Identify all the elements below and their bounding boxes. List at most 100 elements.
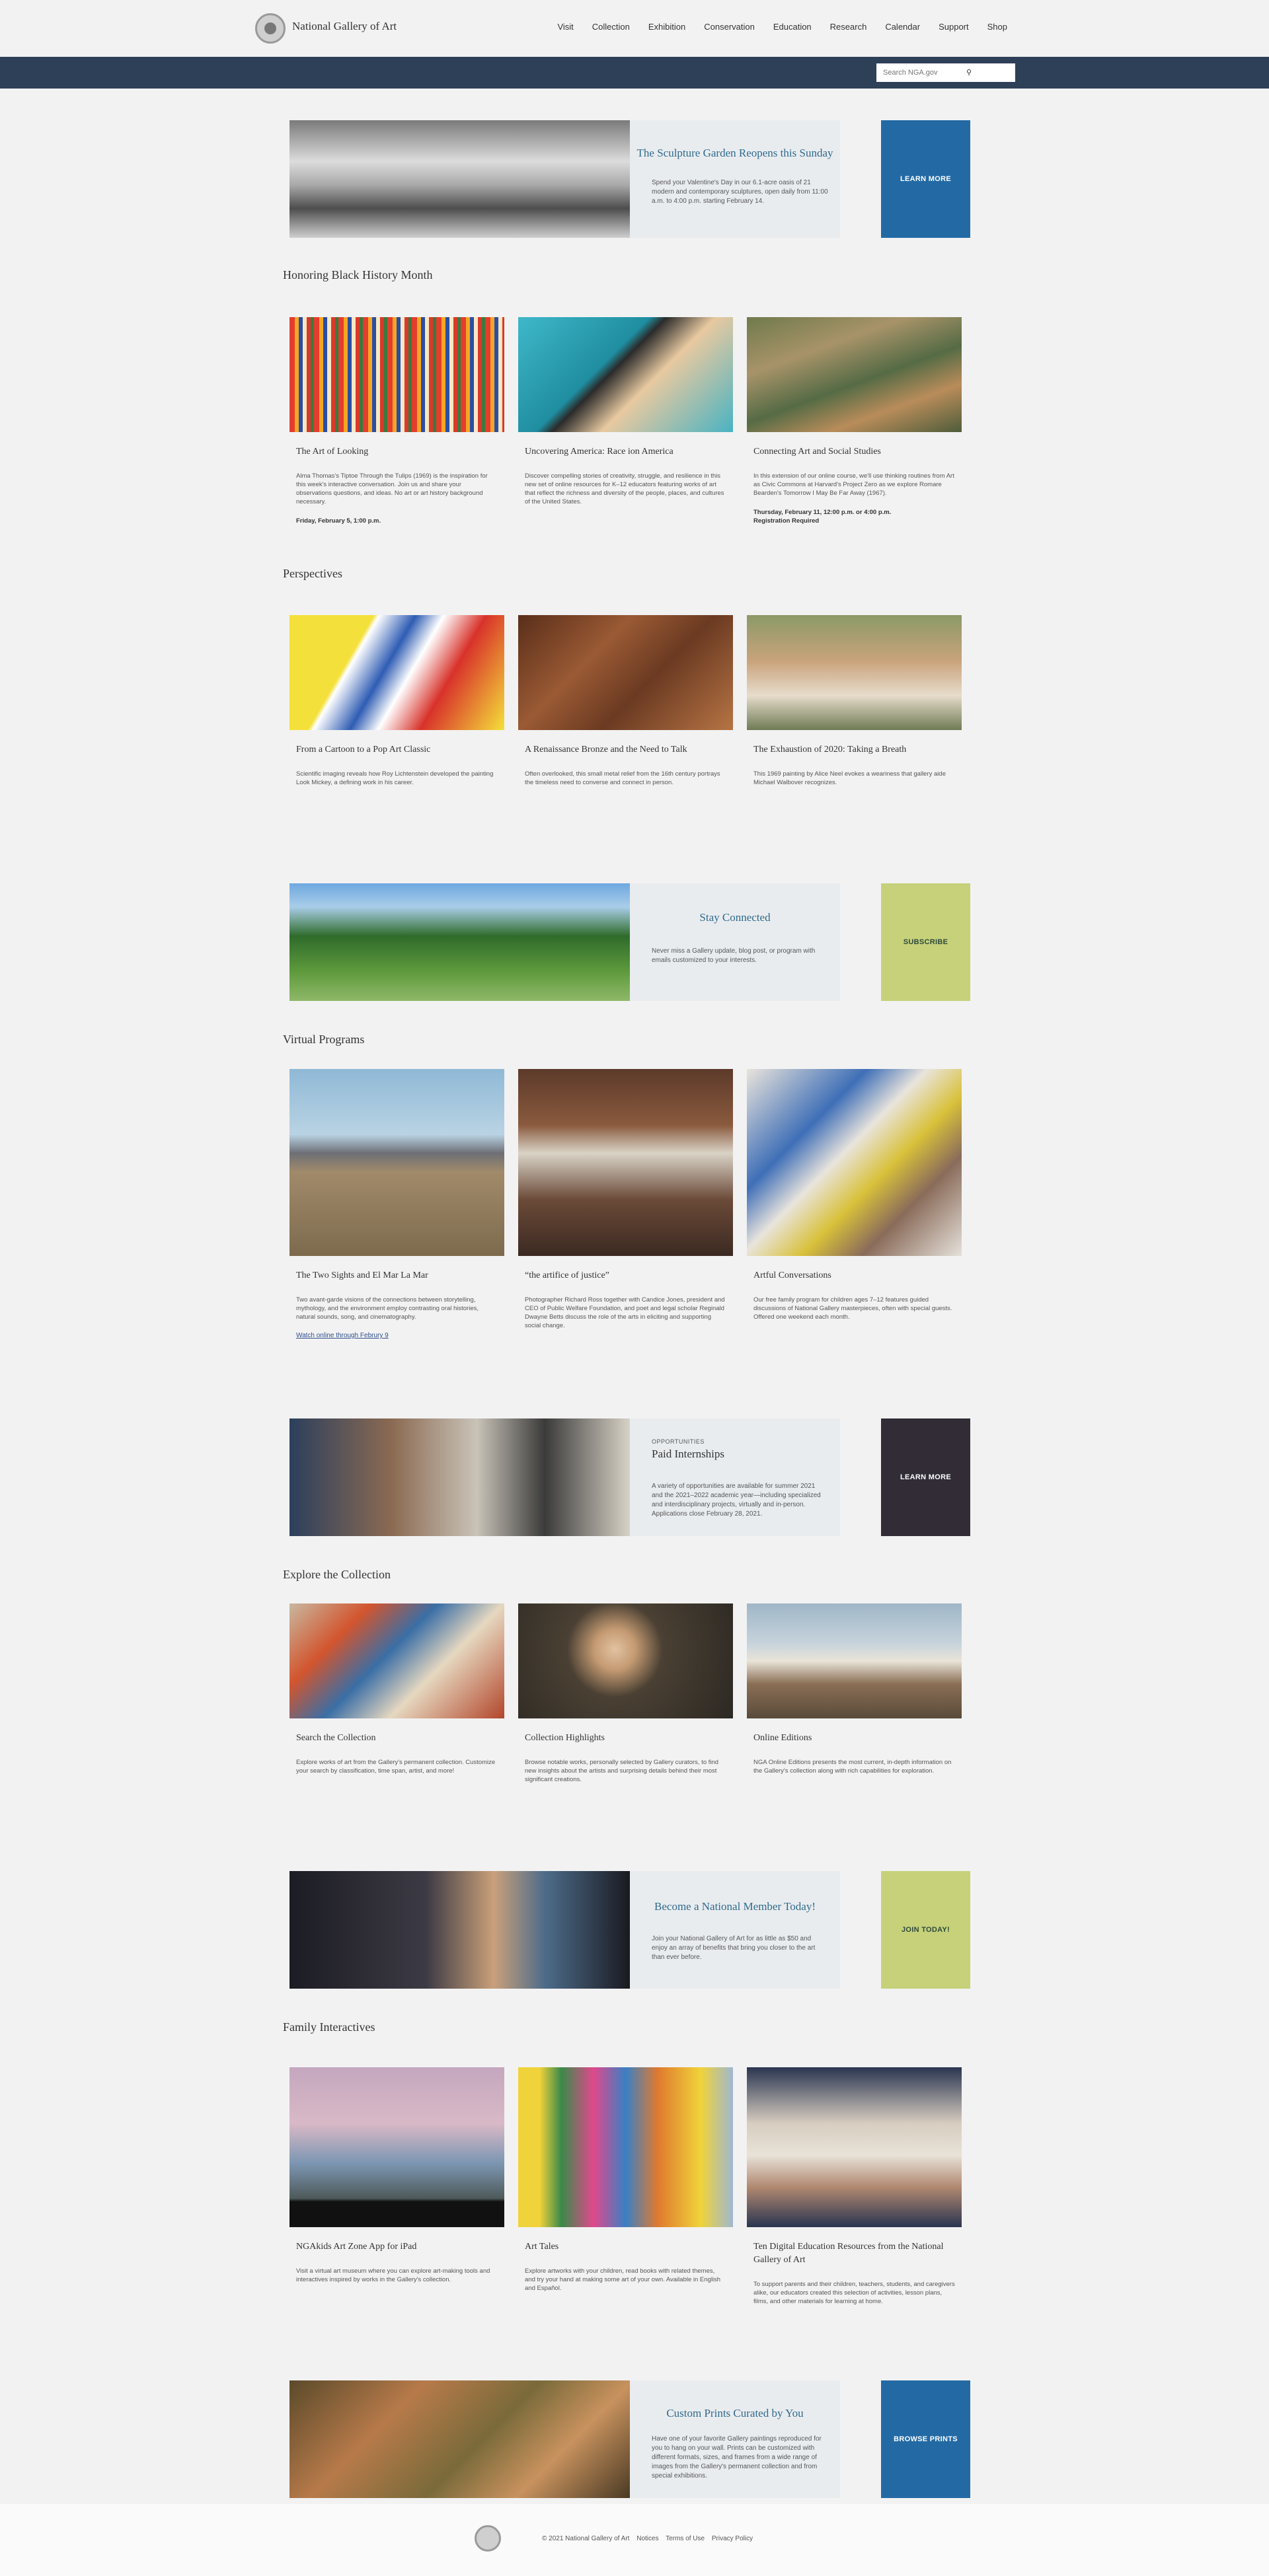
look-mickey-image xyxy=(289,615,504,730)
card-exhaustion-2020[interactable]: The Exhaustion of 2020: Taking a Breath … xyxy=(747,615,962,787)
join-today-button[interactable]: JOIN TODAY! xyxy=(881,1871,970,1989)
hands-drawing-image xyxy=(747,2067,962,2227)
internships-learn-more-button[interactable]: LEARN MORE xyxy=(881,1418,970,1536)
card-title: A Renaissance Bronze and the Need to Tal… xyxy=(525,745,687,754)
card-date: Thursday, February 11, 12:00 p.m. or 4:0… xyxy=(753,509,892,525)
nav-item-calendar[interactable]: Calendar xyxy=(885,22,920,32)
card-title: Connecting Art and Social Studies xyxy=(753,447,881,457)
site-name[interactable]: National Gallery of Art xyxy=(292,20,397,33)
sculpture-garden-snow-image xyxy=(289,120,630,238)
card-text: Explore artworks with your children, rea… xyxy=(525,2267,721,2292)
nav-item-support[interactable]: Support xyxy=(939,22,969,32)
card-text: This 1969 painting by Alice Neel evokes … xyxy=(753,770,946,786)
subscribe-button[interactable]: SUBSCRIBE xyxy=(881,883,970,1001)
nav-item-exhibition[interactable]: Exhibition xyxy=(648,22,685,32)
card-text: Scientific imaging reveals how Roy Licht… xyxy=(296,770,494,786)
card-ngakids-app[interactable]: NGAkids Art Zone App for iPad Visit a vi… xyxy=(289,2067,504,2284)
portrait-woman-ruff-image xyxy=(518,1603,733,1718)
browse-prints-button[interactable]: BROWSE PRINTS xyxy=(881,2380,970,2498)
footer-links: © 2021 National Gallery of Art Notices T… xyxy=(542,2535,758,2542)
sculpture-garden-summer-image xyxy=(289,883,630,1001)
nav-item-visit[interactable]: Visit xyxy=(557,22,573,32)
card-title: The Two Sights and El Mar La Mar xyxy=(296,1270,428,1280)
card-uncovering-america[interactable]: Uncovering America: Race ion America Dis… xyxy=(518,317,733,506)
card-renaissance-bronze[interactable]: A Renaissance Bronze and the Need to Tal… xyxy=(518,615,733,787)
internships-promo: OPPORTUNITIES Paid Internships A variety… xyxy=(289,1418,970,1536)
hero-text: Spend your Valentine's Day in our 6.1-ac… xyxy=(652,179,828,205)
card-text: Two avant-garde visions of the connectio… xyxy=(296,1296,479,1321)
site-header: National Gallery of Art Visit Collection… xyxy=(0,0,1269,57)
card-search-collection[interactable]: Search the Collection Explore works of a… xyxy=(289,1603,504,1775)
card-text: Our free family program for children age… xyxy=(753,1296,952,1321)
card-ten-digital-resources[interactable]: Ten Digital Education Resources from the… xyxy=(747,2067,962,2306)
card-title: Art Tales xyxy=(525,2242,559,2252)
card-title: From a Cartoon to a Pop Art Classic xyxy=(296,745,431,754)
card-artifice-of-justice[interactable]: “the artifice of justice” Photographer R… xyxy=(518,1069,733,1330)
tulips-painting-image xyxy=(289,317,504,432)
card-title: Online Editions xyxy=(753,1733,812,1743)
nav-item-research[interactable]: Research xyxy=(830,22,867,32)
card-cartoon-pop-art[interactable]: From a Cartoon to a Pop Art Classic Scie… xyxy=(289,615,504,787)
nav-item-shop[interactable]: Shop xyxy=(987,22,1007,32)
explore-collection-title: Explore the Collection xyxy=(283,1568,391,1581)
membership-title: Become a National Member Today! xyxy=(654,1900,816,1913)
bearden-collage-image xyxy=(747,317,962,432)
card-text: Photographer Richard Ross together with … xyxy=(525,1296,725,1329)
card-title: “the artifice of justice” xyxy=(525,1270,609,1280)
watch-online-link[interactable]: Watch online through Februry 9 xyxy=(296,1332,498,1339)
card-art-tales[interactable]: Art Tales Explore artworks with your chi… xyxy=(518,2067,733,2293)
custom-prints-body: Custom Prints Curated by You Have one of… xyxy=(630,2380,840,2498)
membership-promo: Become a National Member Today! Join you… xyxy=(289,1871,970,1989)
internships-body: OPPORTUNITIES Paid Internships A variety… xyxy=(630,1418,840,1536)
internships-text: A variety of opportunities are available… xyxy=(652,1483,821,1518)
card-art-of-looking[interactable]: The Art of Looking Alma Thomas's Tiptoe … xyxy=(289,317,504,525)
card-title: The Exhaustion of 2020: Taking a Breath xyxy=(753,745,907,754)
custom-prints-text: Have one of your favorite Gallery painti… xyxy=(652,2435,822,2480)
card-text: Explore works of art from the Gallery's … xyxy=(296,1759,496,1775)
card-title: Collection Highlights xyxy=(525,1733,605,1743)
card-text: Discover compelling stories of creativit… xyxy=(525,472,724,505)
card-collection-highlights[interactable]: Collection Highlights Browse notable wor… xyxy=(518,1603,733,1784)
main-nav: Visit Collection Exhibition Conservation… xyxy=(557,22,1007,32)
juvenile-detention-photo-image xyxy=(518,1069,733,1256)
card-connecting-art[interactable]: Connecting Art and Social Studies In thi… xyxy=(747,317,962,525)
footer-link-notices[interactable]: Notices xyxy=(636,2535,658,2542)
search-bar: ⚲ xyxy=(0,57,1269,89)
art-tales-image xyxy=(518,2067,733,2227)
card-text: NGA Online Editions presents the most cu… xyxy=(753,1759,952,1775)
card-title: Search the Collection xyxy=(296,1733,376,1743)
hero-learn-more-button[interactable]: LEARN MORE xyxy=(881,120,970,238)
footer-link-privacy[interactable]: Privacy Policy xyxy=(712,2535,753,2542)
members-event-image xyxy=(289,1871,630,1989)
stay-connected-title: Stay Connected xyxy=(699,911,771,924)
card-text: Browse notable works, personally selecte… xyxy=(525,1759,719,1783)
battle-painting-image xyxy=(289,1603,504,1718)
card-title: Artful Conversations xyxy=(753,1270,831,1280)
card-online-editions[interactable]: Online Editions NGA Online Editions pres… xyxy=(747,1603,962,1775)
card-title: NGAkids Art Zone App for iPad xyxy=(296,2242,417,2252)
footer-seal-logo xyxy=(475,2525,501,2552)
search-icon[interactable]: ⚲ xyxy=(966,68,976,77)
child-painting-image xyxy=(747,1069,962,1256)
card-title: Uncovering America: Race ion America xyxy=(525,447,673,457)
custom-prints-promo: Custom Prints Curated by You Have one of… xyxy=(289,2380,970,2498)
nav-item-conservation[interactable]: Conservation xyxy=(704,22,755,32)
stay-connected-text: Never miss a Gallery update, blog post, … xyxy=(652,947,816,964)
internships-eyebrow: OPPORTUNITIES xyxy=(652,1438,705,1445)
family-interactives-title: Family Interactives xyxy=(283,2020,375,2034)
dancers-painting-image xyxy=(289,2380,630,2498)
nav-item-collection[interactable]: Collection xyxy=(592,22,630,32)
nav-item-education[interactable]: Education xyxy=(773,22,812,32)
card-artful-conversations[interactable]: Artful Conversations Our free family pro… xyxy=(747,1069,962,1321)
nga-seal-logo[interactable] xyxy=(255,13,286,44)
footer-copyright: © 2021 National Gallery of Art xyxy=(542,2535,630,2542)
card-two-sights[interactable]: The Two Sights and El Mar La Mar Two ava… xyxy=(289,1069,504,1339)
hero-title: The Sculpture Garden Reopens this Sunday xyxy=(636,147,833,159)
hero-promo: The Sculpture Garden Reopens this Sunday… xyxy=(289,120,970,238)
stay-connected-promo: Stay Connected Never miss a Gallery upda… xyxy=(289,883,970,1001)
footer-link-terms[interactable]: Terms of Use xyxy=(666,2535,705,2542)
industrial-landscape-image xyxy=(747,1603,962,1718)
search-box: ⚲ xyxy=(876,63,1015,82)
ngakids-app-image xyxy=(289,2067,504,2227)
internships-title: Paid Internships xyxy=(652,1448,725,1460)
